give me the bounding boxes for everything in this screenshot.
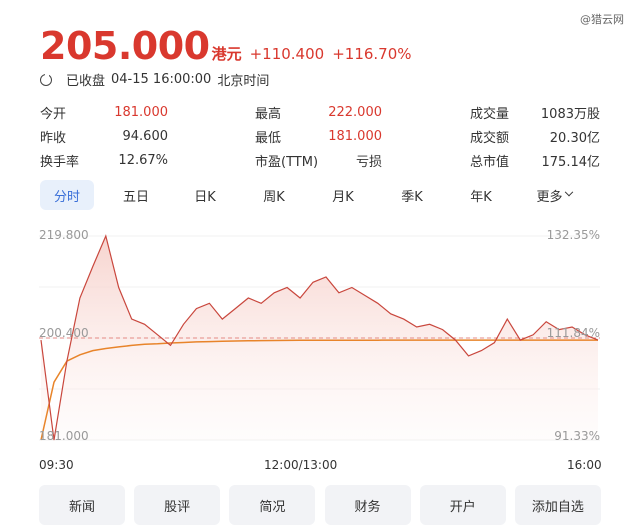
market-status: 已收盘 04-15 16:00:00 北京时间: [40, 70, 269, 89]
open-account-button[interactable]: 开户: [419, 485, 506, 525]
tab-five-day[interactable]: 五日: [109, 180, 163, 210]
stat-value: 181.000: [114, 104, 168, 120]
financials-button[interactable]: 财务: [324, 485, 411, 525]
currency-unit: 港元: [211, 45, 242, 63]
x-axis-start: 09:30: [39, 458, 74, 472]
y-axis-left-mid: 200.400: [39, 326, 89, 340]
stat-value: 222.000: [328, 104, 382, 120]
chevron-down-icon: [564, 187, 573, 197]
stat-label: 今开: [40, 106, 67, 122]
stat-label: 最高: [255, 106, 282, 122]
price-change-percent: +116.70%: [332, 45, 412, 63]
watermark: @猎云网: [580, 13, 624, 26]
news-button[interactable]: 新闻: [39, 485, 125, 525]
chart-period-tabs: 分时 五日 日K 周K 月K 季K 年K 更多: [40, 180, 600, 210]
status-datetime: 04-15 16:00:00: [111, 72, 212, 87]
add-watchlist-button[interactable]: 添加自选: [514, 485, 601, 525]
y-axis-left-bottom: 181.000: [39, 429, 89, 443]
tab-intraday[interactable]: 分时: [40, 180, 94, 210]
intraday-chart[interactable]: 219.800 200.400 181.000 132.35% 111.84% …: [39, 226, 600, 452]
stat-label: 市盈(TTM): [255, 154, 319, 170]
chart-svg: [39, 234, 600, 441]
stats-row: 今开 181.000 最高 222.000 成交量 1083万股: [40, 100, 600, 124]
stat-label: 成交额: [470, 130, 510, 146]
action-bar: 新闻 股评 简况 财务 开户 添加自选: [39, 485, 601, 525]
stat-value: 亏损: [355, 154, 382, 170]
stats-row: 换手率 12.67% 市盈(TTM) 亏损 总市值 175.14亿: [40, 148, 600, 172]
y-axis-right-top: 132.35%: [546, 228, 600, 242]
stat-value: 20.30亿: [549, 130, 600, 146]
y-axis-left-top: 219.800: [39, 228, 89, 242]
price-change: +110.400: [249, 45, 325, 63]
y-axis-right-mid: 111.84%: [546, 326, 600, 340]
status-text: 已收盘: [66, 74, 106, 89]
x-axis-end: 16:00: [567, 458, 602, 472]
tab-quarterly-k[interactable]: 季K: [385, 180, 439, 210]
tab-weekly-k[interactable]: 周K: [247, 180, 301, 210]
tab-yearly-k[interactable]: 年K: [454, 180, 508, 210]
stat-value: 12.67%: [118, 152, 168, 168]
stats-row: 昨收 94.600 最低 181.000 成交额 20.30亿: [40, 124, 600, 148]
stat-label: 换手率: [40, 154, 80, 170]
stat-label: 成交量: [470, 106, 510, 122]
status-timezone: 北京时间: [217, 74, 270, 89]
x-axis-mid: 12:00/13:00: [264, 458, 338, 472]
y-axis-right-bottom: 91.33%: [554, 429, 600, 443]
tab-monthly-k[interactable]: 月K: [316, 180, 370, 210]
stock-review-button[interactable]: 股评: [134, 485, 221, 525]
stat-label: 总市值: [470, 154, 510, 170]
tab-daily-k[interactable]: 日K: [178, 180, 232, 210]
tab-more[interactable]: 更多: [523, 180, 585, 210]
stats-grid: 今开 181.000 最高 222.000 成交量 1083万股 昨收 94.600 最…: [40, 100, 600, 172]
tab-more-label: 更多: [536, 189, 563, 205]
price-header: 205.000 港元 +110.400 +116.70%: [40, 24, 412, 68]
stat-value: 94.600: [122, 128, 169, 144]
stat-label: 最低: [255, 130, 282, 146]
stat-value: 1083万股: [540, 106, 600, 122]
profile-button[interactable]: 简况: [229, 485, 316, 525]
stat-label: 昨收: [40, 130, 67, 146]
current-price: 205.000: [40, 24, 210, 68]
stat-value: 175.14亿: [541, 154, 601, 170]
stat-value: 181.000: [328, 128, 382, 144]
clock-icon: [40, 72, 52, 86]
